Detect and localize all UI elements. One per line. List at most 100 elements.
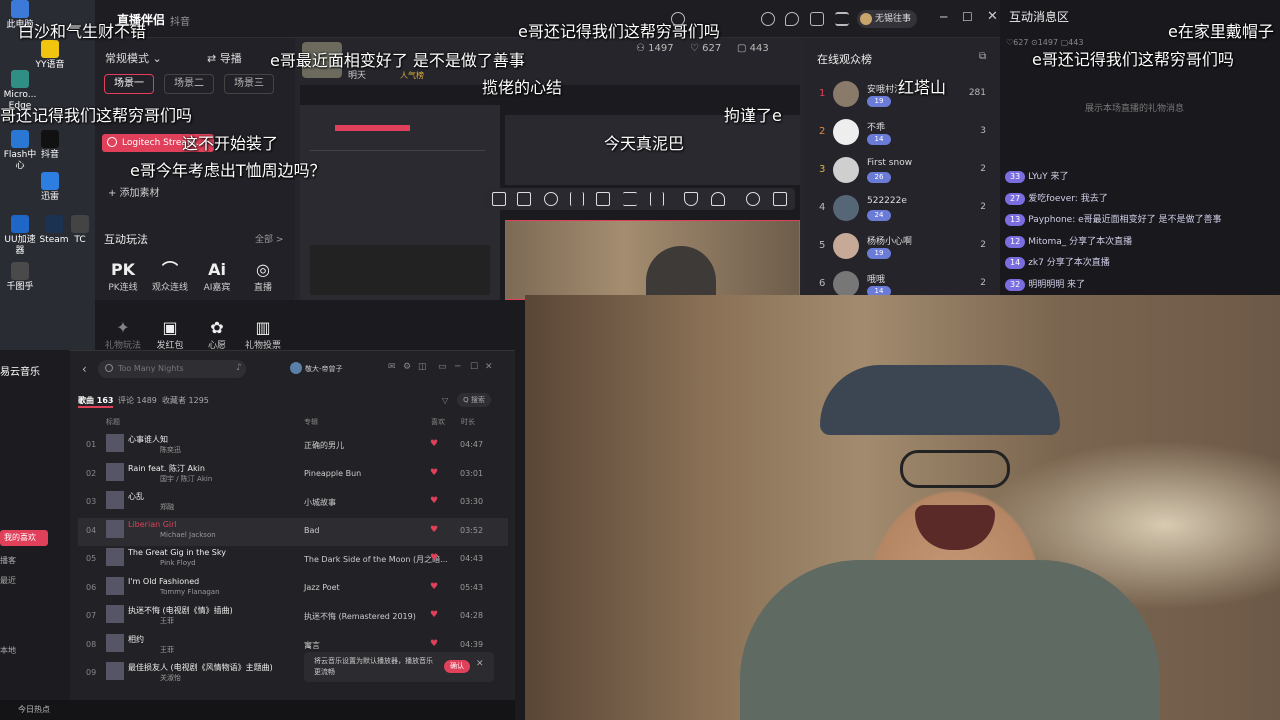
audience-row[interactable]: 2 不乖 14 3 — [805, 114, 1000, 151]
user-avatar[interactable] — [290, 362, 302, 374]
box-icon[interactable] — [810, 12, 824, 26]
desktop-icon-douyin[interactable]: 抖音 — [30, 130, 70, 161]
danmaku-3: e哥最近面相变好了 是不是做了善事 — [270, 51, 525, 70]
track-row[interactable]: 03 心乱 郑融 小城故事 ♥ 03:30 — [78, 489, 508, 517]
song-search-button[interactable]: Q 搜索 — [457, 393, 491, 407]
skin-icon[interactable]: ◫ — [418, 362, 427, 372]
music-user-name[interactable]: 敬大-帝曾子 — [305, 364, 343, 374]
track-row[interactable]: 05 The Great Gig in the Sky Pink Floyd The … — [78, 546, 508, 574]
tab-comments[interactable]: 评论 1489 — [118, 395, 157, 406]
level-badge: 12 — [1005, 235, 1026, 248]
settings-gear-icon[interactable]: ⚙ — [403, 362, 411, 372]
music-app-name: 易云音乐 — [0, 367, 40, 378]
desktop-icon-yy[interactable]: YY语音 — [30, 40, 70, 71]
chat-icon[interactable] — [785, 12, 799, 26]
toast-confirm-button[interactable]: 确认 — [444, 660, 470, 673]
minimize-icon[interactable]: ─ — [940, 10, 947, 24]
user-chip[interactable]: 无锡往事 — [857, 10, 917, 28]
avatar — [833, 195, 859, 221]
sidebar-item-favorites[interactable]: 我的喜欢 — [0, 530, 48, 546]
search-icon — [105, 364, 113, 372]
fn-live[interactable]: ◎ 直播 — [238, 260, 288, 293]
track-row[interactable]: 02 Rain feat. 陈汀 Akin 国宇 / 陈汀 Akin Pineappl… — [78, 461, 508, 489]
music-maximize-icon[interactable]: ☐ — [470, 362, 478, 372]
fn-wish[interactable]: ✿ 心愿 — [192, 318, 242, 351]
level-badge: 24 — [867, 210, 891, 221]
liked-heart-icon[interactable]: ♥ — [430, 468, 438, 478]
tab-collectors[interactable]: 收藏者 1295 — [162, 395, 209, 406]
fit-icon[interactable] — [517, 192, 531, 206]
album-cover — [106, 434, 124, 452]
liked-heart-icon[interactable]: ♥ — [430, 553, 438, 563]
music-close-icon[interactable]: ✕ — [485, 362, 493, 372]
maximize-icon[interactable]: ☐ — [962, 10, 973, 24]
popout-icon[interactable]: ⧉ — [979, 51, 986, 62]
mail-icon[interactable]: ✉ — [388, 362, 396, 372]
track-row[interactable]: 04 Liberian Girl Michael Jackson Bad ♥ 03:52 — [78, 517, 508, 546]
guide-button[interactable]: ⇄ 导播 — [207, 50, 242, 66]
liked-heart-icon[interactable]: ♥ — [430, 610, 438, 620]
audience-score: 2 — [980, 164, 986, 174]
distribute-icon[interactable] — [650, 192, 664, 206]
back-icon[interactable]: ‹ — [82, 362, 87, 376]
red-packet-icon: ▣ — [162, 318, 178, 337]
move-up-icon[interactable] — [684, 192, 698, 206]
level-badge: 33 — [1005, 171, 1026, 183]
desktop-icon-tc[interactable]: TC — [60, 215, 100, 246]
desktop-icon-qiantu[interactable]: 千图乎 — [0, 262, 40, 293]
track-row[interactable]: 06 I'm Old Fashioned Tommy Flanagan Jazz Po… — [78, 575, 508, 603]
fn-gift-vote[interactable]: ▥ 礼物投票 — [238, 318, 288, 351]
tab-scene-3[interactable]: 场景三 — [224, 74, 274, 94]
fn-gift-play[interactable]: ✦ 礼物玩法 — [98, 318, 148, 351]
tab-scene-2[interactable]: 场景二 — [164, 74, 214, 94]
fn-audience-link[interactable]: ⌒ 观众连线 — [145, 260, 195, 293]
track-row[interactable]: 07 执迷不悔 (电视剧《情》插曲) 王菲 执迷不悔 (Remastered 2019… — [78, 603, 508, 631]
toast-close-icon[interactable]: ✕ — [476, 659, 484, 669]
track-number: 09 — [86, 668, 97, 677]
tab-scene-1[interactable]: 场景一 — [104, 74, 154, 94]
taskbar-news[interactable]: 今日热点 — [18, 704, 50, 715]
sidebar-item-local[interactable]: 本地 — [0, 645, 16, 656]
menu-icon[interactable] — [835, 12, 849, 26]
liked-heart-icon[interactable]: ♥ — [430, 439, 438, 449]
close-icon[interactable]: ✕ — [987, 9, 998, 24]
interactive-all-link[interactable]: 全部 > — [255, 232, 283, 245]
album-cover — [106, 605, 124, 623]
track-album: 执迷不悔 (Remastered 2019) — [304, 612, 416, 621]
sidebar-item-recent[interactable]: 最近 — [0, 575, 16, 586]
liked-heart-icon[interactable]: ♥ — [430, 639, 438, 649]
flip-icon[interactable] — [570, 192, 584, 206]
crop-icon[interactable] — [596, 192, 610, 206]
mic-icon[interactable]: ♪ — [236, 363, 242, 373]
rotate-icon[interactable] — [544, 192, 558, 206]
track-row[interactable]: 01 心事谁人知 陈奕迅 正确的男儿 ♥ 04:47 — [78, 432, 508, 460]
mini-mode-icon[interactable]: ▭ — [438, 362, 447, 372]
add-material-button[interactable]: + 添加素材 — [108, 184, 160, 199]
game-icon[interactable] — [761, 12, 775, 26]
sidebar-item-podcast[interactable]: 播客 — [0, 555, 16, 566]
fullscreen-icon[interactable] — [492, 192, 506, 206]
liked-heart-icon[interactable]: ♥ — [430, 496, 438, 506]
search-input[interactable]: Too Many Nights — [98, 360, 246, 378]
fn-pk[interactable]: PK PK连线 — [98, 260, 148, 293]
tab-songs[interactable]: 歌曲 163 — [78, 395, 114, 408]
audience-row[interactable]: 5 杨杨小心啊 19 2 — [805, 228, 1000, 265]
move-down-icon[interactable] — [711, 192, 725, 206]
audience-row[interactable]: 4 522222e 24 2 — [805, 190, 1000, 227]
danmaku-2: e哥还记得我们这帮穷哥们吗 — [518, 22, 720, 41]
default-player-toast: 将云音乐设置为默认播放器，播放音乐更流畅 确认 ✕ — [304, 652, 494, 682]
filter-icon[interactable]: ▽ — [442, 396, 448, 405]
fn-ai-guest[interactable]: Ai AI嘉宾 — [192, 260, 242, 293]
stats-likes: ♡ 627 — [690, 43, 722, 54]
music-minimize-icon[interactable]: ─ — [455, 362, 460, 372]
desktop-icon-xunlei[interactable]: 迅雷 — [30, 172, 70, 203]
liked-heart-icon[interactable]: ♥ — [430, 525, 438, 535]
align-icon[interactable] — [623, 192, 637, 206]
mode-selector[interactable]: 常规模式 ⌄ — [105, 50, 162, 66]
reset-icon[interactable] — [746, 192, 760, 206]
camera-source-preview[interactable] — [505, 220, 800, 306]
audience-row[interactable]: 3 First snow 26 2 — [805, 152, 1000, 189]
fn-red-packet[interactable]: ▣ 发红包 — [145, 318, 195, 351]
liked-heart-icon[interactable]: ♥ — [430, 582, 438, 592]
delete-icon[interactable] — [773, 192, 787, 206]
